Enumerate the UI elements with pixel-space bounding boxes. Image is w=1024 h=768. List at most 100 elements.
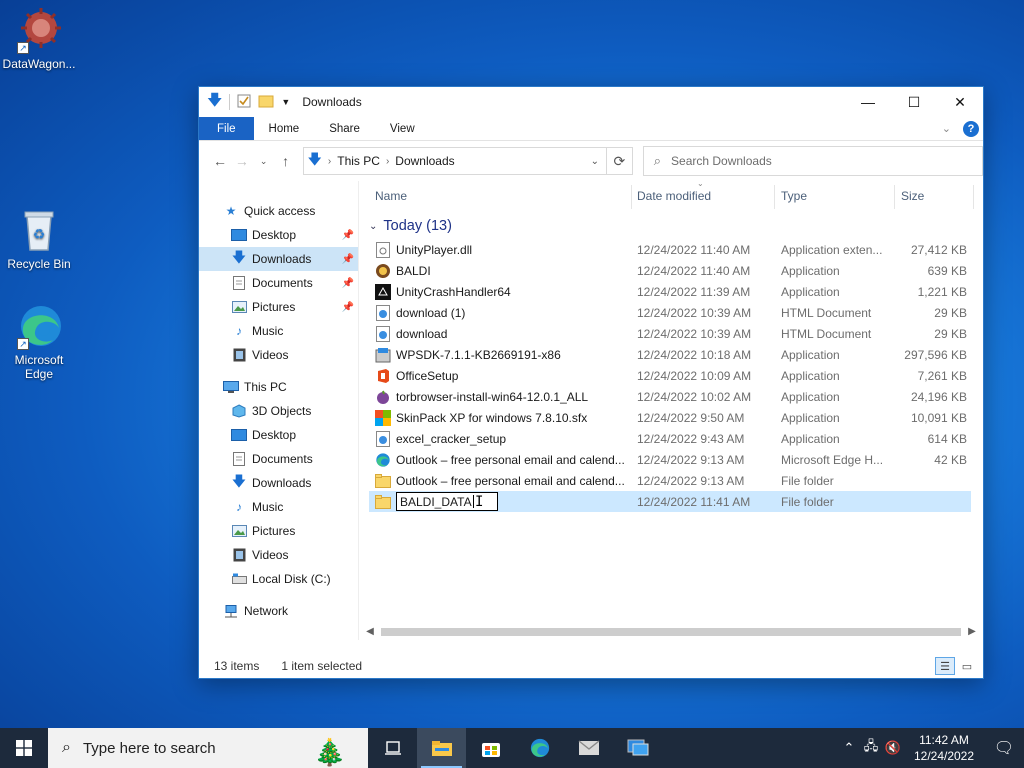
music-icon: ♪ [236,500,242,514]
customize-toolbar-icon[interactable]: ▼ [281,97,290,107]
recent-locations-icon[interactable]: ⌄ [253,156,275,167]
table-row[interactable]: torbrowser-install-win64-12.0.1_ALL 12/24… [369,386,983,407]
row-type: Application [781,284,840,299]
drive-icon [231,571,247,587]
up-arrow-icon[interactable]: ↑ [275,153,297,169]
nav-item-downloads[interactable]: 🡇 Downloads 📌 [199,247,358,271]
nav-item-local-disk[interactable]: Local Disk (C:) [199,567,358,591]
pin-icon[interactable]: 📌 [342,230,354,241]
scroll-right-icon[interactable]: ▶ [965,626,979,637]
details-view-icon[interactable]: ☰ [935,657,955,675]
table-row[interactable]: OfficeSetup 12/24/2022 10:09 AM Applicatio… [369,365,983,386]
nav-item-videos-pc[interactable]: Videos [199,543,358,567]
edge-taskbar-icon[interactable] [515,728,564,768]
clock[interactable]: 11:42 AM 12/24/2022 [904,732,984,764]
network-status-icon[interactable]: 🖧 [860,737,882,759]
table-row[interactable]: UnityCrashHandler64 12/24/2022 11:39 AM Ap… [369,281,983,302]
row-size: 27,412 KB [910,242,967,257]
column-name[interactable]: Name [369,181,407,211]
table-row[interactable]: excel_cracker_setup 12/24/2022 9:43 AM App… [369,428,983,449]
minimize-button[interactable]: — [845,87,891,117]
nav-item-videos[interactable]: Videos [199,343,358,367]
show-hidden-icons-icon[interactable]: ⌃ [838,740,860,756]
breadcrumb-downloads[interactable]: Downloads [395,154,454,168]
close-button[interactable]: ✕ [937,87,983,117]
file-explorer-window: 🡇 ▼ Downloads — ☐ ✕ File Home Share View… [198,86,984,679]
horizontal-scrollbar[interactable]: ◀ ▶ [363,623,979,640]
large-icons-view-icon[interactable]: ▭ [957,657,977,675]
forward-arrow-icon[interactable]: → [231,153,253,169]
taskbar-search-input[interactable]: ⌕ Type here to search 🎄 [48,728,368,768]
volume-muted-icon[interactable]: 🔇 [882,740,904,756]
row-type: HTML Document [781,305,872,320]
expand-ribbon-icon[interactable]: ⌄ [942,122,951,135]
nav-item-3d-objects[interactable]: 3D Objects [199,399,358,423]
remote-desktop-icon[interactable] [613,728,662,768]
maximize-button[interactable]: ☐ [891,87,937,117]
address-bar[interactable]: 🡇 › This PC › Downloads ⌄ [302,147,607,175]
breadcrumb-this-pc[interactable]: This PC [337,154,380,168]
table-row[interactable]: SkinPack XP for windows 7.8.10.sfx 12/24/… [369,407,983,428]
nav-item-pictures-pc[interactable]: Pictures [199,519,358,543]
table-row[interactable]: WPSDK-7.1.1-KB2669191-x86 12/24/2022 10:1… [369,344,983,365]
mail-icon[interactable] [564,728,613,768]
new-folder-icon[interactable] [258,94,274,111]
refresh-button[interactable]: ⟳ [606,147,633,175]
microsoft-store-icon[interactable] [466,728,515,768]
nav-item-pictures[interactable]: Pictures 📌 [199,295,358,319]
christmas-tree-icon: 🎄 [313,737,346,767]
scrollbar-thumb[interactable] [381,627,961,636]
tab-share[interactable]: Share [314,117,375,140]
pin-icon[interactable]: 📌 [342,302,354,313]
taskbar-search-placeholder: Type here to search [82,739,216,757]
tab-home[interactable]: Home [254,117,315,140]
nav-item-documents-pc[interactable]: Documents [199,447,358,471]
nav-item-desktop-pc[interactable]: Desktop [199,423,358,447]
desktop-icon-datawagon[interactable]: ↗ DataWagon... [0,6,78,71]
group-header-today[interactable]: ⌄ Today (13) [369,213,983,239]
nav-item-documents[interactable]: Documents 📌 [199,271,358,295]
nav-item-desktop[interactable]: Desktop 📌 [199,223,358,247]
row-size: 639 KB [927,263,967,278]
help-icon[interactable]: ? [963,120,979,137]
desktop-icon [231,427,247,443]
column-size[interactable]: Size [895,181,924,211]
nav-this-pc[interactable]: This PC [199,375,358,399]
search-input[interactable]: ⌕ Search Downloads [642,146,983,176]
clock-date: 12/24/2022 [913,749,975,763]
scroll-left-icon[interactable]: ◀ [363,626,377,637]
nav-quick-access[interactable]: ★ Quick access [199,199,358,223]
task-view-icon[interactable] [368,728,417,768]
videos-icon [231,547,247,563]
properties-icon[interactable] [237,94,251,111]
pin-icon[interactable]: 📌 [342,254,354,265]
table-row[interactable]: Outlook – free personal email and calend… [369,449,983,470]
table-row[interactable]: download 12/24/2022 10:39 AM HTML Document… [369,323,983,344]
notifications-icon[interactable]: 🗨 [984,738,1024,758]
table-row-renaming[interactable]: BALDI_DATA I 12/24/2022 11:41 AM File fo… [369,491,971,512]
nav-label: Desktop [252,228,297,242]
tab-file[interactable]: File [199,117,254,140]
tab-view[interactable]: View [375,117,430,140]
table-row[interactable]: BALDI 12/24/2022 11:40 AM Application 639 K… [369,260,983,281]
start-button[interactable] [0,728,48,768]
back-arrow-icon[interactable]: ← [209,153,231,169]
desktop-icon-edge[interactable]: ↗ Microsoft Edge [0,302,78,381]
nav-item-music-pc[interactable]: ♪ Music [199,495,358,519]
table-row[interactable]: download (1) 12/24/2022 10:39 AM HTML Docu… [369,302,983,323]
folder-icon [375,494,391,510]
group-label: Today (13) [383,218,452,234]
rename-input[interactable]: BALDI_DATA I [396,492,498,511]
pin-icon[interactable]: 📌 [342,278,354,289]
column-type[interactable]: Type [775,181,807,211]
column-header: Name Date modified ⌄ Type Size [369,179,983,211]
table-row[interactable]: Outlook – free personal email and calend… [369,470,983,491]
down-arrow-icon[interactable]: 🡇 [207,90,222,115]
table-row[interactable]: UnityPlayer.dll 12/24/2022 11:40 AM Applic… [369,239,983,260]
chevron-down-icon[interactable]: ⌄ [584,156,606,167]
file-explorer-taskbar-icon[interactable] [417,728,466,768]
nav-network[interactable]: Network [199,599,358,623]
nav-item-music[interactable]: ♪ Music [199,319,358,343]
desktop-icon-recycle-bin[interactable]: ♻ Recycle Bin [0,206,78,271]
nav-item-downloads-pc[interactable]: 🡇 Downloads [199,471,358,495]
